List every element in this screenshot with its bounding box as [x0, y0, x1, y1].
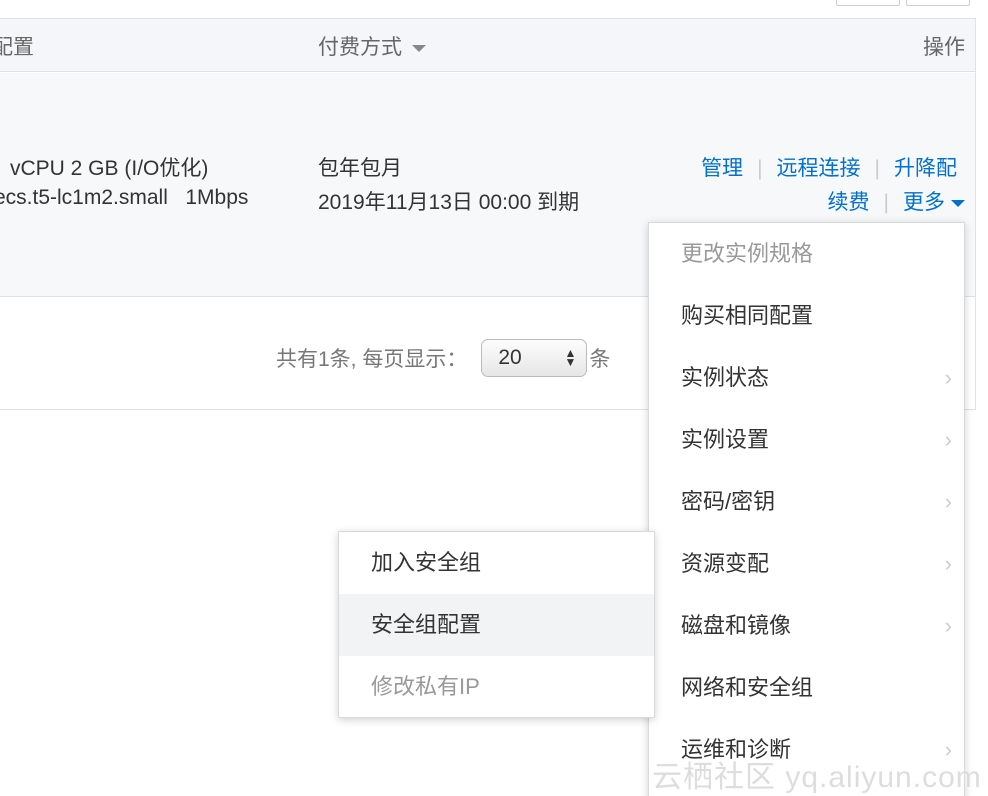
header-payment-label: 付费方式	[318, 36, 402, 59]
menu-item-label: 更改实例规格	[681, 241, 814, 266]
more-label: 更多	[903, 191, 945, 214]
menu-item-disk-image[interactable]: 磁盘和镜像 ›	[649, 595, 964, 657]
menu-item-network-security-group[interactable]: 网络和安全组	[649, 657, 964, 719]
menu-item-label: 资源变配	[681, 551, 770, 576]
page-size-select[interactable]: 20 ▲ ▼	[481, 339, 588, 377]
menu-item-label: 实例设置	[681, 427, 770, 452]
menu-item-change-spec[interactable]: 更改实例规格	[649, 223, 964, 285]
manage-link[interactable]: 管理	[701, 157, 743, 180]
submenu-item-security-group-config[interactable]: 安全组配置	[339, 594, 654, 656]
page-size-value: 20	[498, 346, 522, 369]
submenu-item-modify-private-ip[interactable]: 修改私有IP	[339, 656, 654, 718]
submenu-item-label: 加入安全组	[371, 550, 482, 575]
network-security-submenu: 加入安全组 安全组配置 修改私有IP	[338, 531, 655, 718]
instance-spec: vCPU 2 GB (I/O优化)	[10, 157, 209, 180]
menu-item-label: 密码/密钥	[681, 489, 776, 514]
header-operations: 操作	[923, 36, 965, 59]
upgrade-downgrade-link[interactable]: 升降配	[894, 157, 957, 180]
submenu-item-join-security-group[interactable]: 加入安全组	[339, 532, 654, 594]
chevron-right-icon: ›	[944, 365, 952, 390]
actions-line-1: 管理 | 远程连接 | 升降配	[701, 152, 957, 182]
divider: |	[757, 157, 763, 180]
toolbar-button[interactable]	[836, 0, 900, 6]
header-config: 配置	[0, 36, 34, 59]
menu-item-label: 磁盘和镜像	[681, 613, 792, 638]
payment-type: 包年包月	[318, 157, 402, 180]
pagination-unit: 条	[589, 348, 611, 371]
menu-item-label: 购买相同配置	[681, 303, 814, 328]
menu-item-buy-same-config[interactable]: 购买相同配置	[649, 285, 964, 347]
submenu-item-label: 安全组配置	[371, 612, 482, 637]
ecs-instance-list-screen: 配置 付费方式 操作 vCPU 2 GB (I/O优化) ecs.t5-lc1m…	[0, 0, 988, 796]
table-header: 配置 付费方式 操作	[0, 19, 975, 72]
pagination: 共有1条, 每页显示： 20 ▲ ▼ 条	[276, 339, 610, 377]
divider: |	[883, 191, 889, 214]
menu-item-instance-settings[interactable]: 实例设置 ›	[649, 409, 964, 471]
divider: |	[874, 157, 880, 180]
header-payment-sort[interactable]: 付费方式	[318, 31, 426, 61]
chevron-right-icon: ›	[944, 551, 952, 576]
updown-arrows-icon: ▲ ▼	[564, 346, 577, 369]
sort-caret-icon[interactable]	[412, 44, 426, 52]
chevron-right-icon: ›	[944, 427, 952, 452]
renew-link[interactable]: 续费	[828, 191, 870, 214]
menu-item-label: 网络和安全组	[681, 675, 814, 700]
instance-type-bandwidth: ecs.t5-lc1m2.small 1Mbps	[0, 186, 249, 209]
watermark: 云栖社区 yq.aliyun.com	[652, 761, 982, 794]
more-dropdown-menu: 更改实例规格 购买相同配置 实例状态 › 实例设置 › 密码/密钥 › 资源变配 › 磁…	[648, 222, 965, 796]
more-dropdown-toggle[interactable]: 更多	[903, 191, 965, 214]
toolbar-button[interactable]	[906, 0, 970, 6]
chevron-right-icon: ›	[944, 613, 952, 638]
chevron-right-icon: ›	[944, 489, 952, 514]
menu-item-label: 实例状态	[681, 365, 770, 390]
submenu-item-label: 修改私有IP	[371, 674, 480, 699]
expiry-date: 2019年11月13日 00:00 到期	[318, 191, 580, 214]
menu-item-instance-status[interactable]: 实例状态 ›	[649, 347, 964, 409]
pagination-total: 共有1条, 每页显示：	[276, 348, 468, 371]
remote-connect-link[interactable]: 远程连接	[777, 157, 861, 180]
menu-item-password-key[interactable]: 密码/密钥 ›	[649, 471, 964, 533]
chevron-down-icon	[951, 199, 965, 207]
menu-item-resource-change[interactable]: 资源变配 ›	[649, 533, 964, 595]
actions-line-2: 续费 | 更多	[828, 186, 965, 216]
